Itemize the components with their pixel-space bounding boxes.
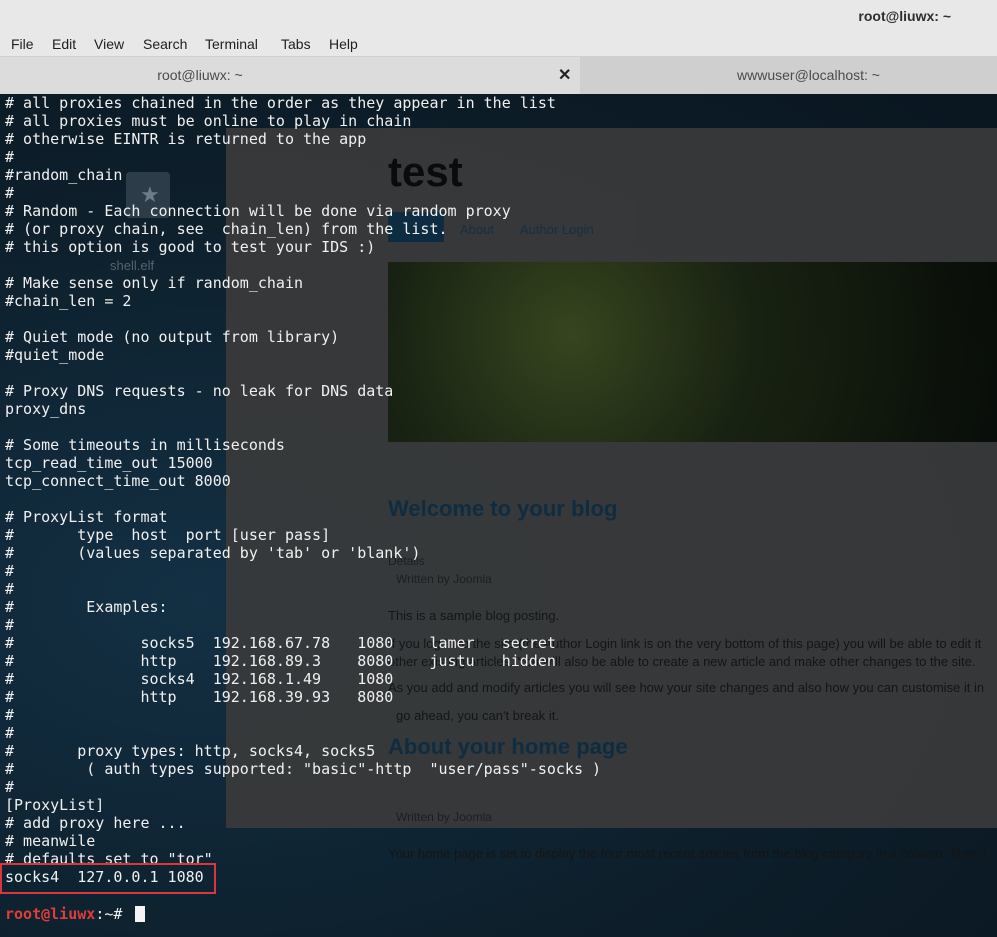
prompt-user: root@liuwx bbox=[5, 905, 96, 923]
terminal-line: proxy_dns bbox=[5, 400, 87, 418]
menu-help[interactable]: Help bbox=[329, 36, 358, 52]
menu-bar: File Edit View Search Terminal Tabs Help bbox=[0, 32, 997, 57]
terminal-line: # meanwile bbox=[5, 832, 96, 850]
highlight-box bbox=[0, 863, 216, 894]
terminal-line: tcp_read_time_out 15000 bbox=[5, 454, 213, 472]
prompt-path: :~# bbox=[95, 905, 132, 923]
terminal-line: # otherwise EINTR is returned to the app bbox=[5, 130, 367, 148]
terminal-line: # bbox=[5, 148, 15, 166]
terminal-line: # Random - Each connection will be done … bbox=[5, 202, 511, 220]
terminal-line: # socks4 192.168.1.49 1080 bbox=[5, 670, 394, 688]
terminal-line: # Some timeouts in milliseconds bbox=[5, 436, 285, 454]
text-cursor bbox=[135, 906, 146, 922]
terminal-line: # http 192.168.39.93 8080 bbox=[5, 688, 394, 706]
tab-root-label: root@liuwx: ~ bbox=[157, 67, 243, 83]
terminal-line: # bbox=[5, 706, 15, 724]
tab-root[interactable]: root@liuwx: ~ bbox=[0, 57, 580, 94]
terminal-line: # (values separated by 'tab' or 'blank') bbox=[5, 544, 421, 562]
terminal-line: #random_chain bbox=[5, 166, 123, 184]
shell-prompt[interactable]: root@liuwx:~# bbox=[5, 905, 146, 923]
menu-terminal[interactable]: Terminal bbox=[205, 36, 258, 52]
menu-view[interactable]: View bbox=[94, 36, 124, 52]
menu-tabs[interactable]: Tabs bbox=[281, 36, 311, 52]
tab-wwwuser-label: wwwuser@localhost: ~ bbox=[737, 67, 880, 83]
terminal-line: # bbox=[5, 562, 15, 580]
tab-wwwuser[interactable]: wwwuser@localhost: ~ bbox=[580, 57, 997, 94]
title-bar: root@liuwx: ~ bbox=[0, 0, 997, 32]
terminal-line: # add proxy here ... bbox=[5, 814, 186, 832]
terminal-line: # ( auth types supported: "basic"-http "… bbox=[5, 760, 602, 778]
terminal-line: # socks5 192.168.67.78 1080 lamer secret bbox=[5, 634, 556, 652]
terminal-line: tcp_connect_time_out 8000 bbox=[5, 472, 231, 490]
terminal-line: # Quiet mode (no output from library) bbox=[5, 328, 340, 346]
terminal-line: # Proxy DNS requests - no leak for DNS d… bbox=[5, 382, 394, 400]
terminal-line: # ProxyList format bbox=[5, 508, 168, 526]
terminal-line: # bbox=[5, 184, 15, 202]
terminal-area[interactable]: test About Author Login Welcome to your … bbox=[0, 94, 997, 937]
terminal-line: # type host port [user pass] bbox=[5, 526, 331, 544]
terminal-line: # (or proxy chain, see chain_len) from t… bbox=[5, 220, 448, 238]
close-icon[interactable]: ✕ bbox=[558, 65, 571, 85]
menu-search[interactable]: Search bbox=[143, 36, 187, 52]
terminal-line: # all proxies chained in the order as th… bbox=[5, 94, 556, 112]
terminal-line: # this option is good to test your IDS :… bbox=[5, 238, 376, 256]
tab-bar: root@liuwx: ~ ✕ wwwuser@localhost: ~ bbox=[0, 57, 997, 94]
menu-file[interactable]: File bbox=[11, 36, 34, 52]
terminal-line: # bbox=[5, 616, 15, 634]
terminal-line: # proxy types: http, socks4, socks5 bbox=[5, 742, 376, 760]
terminal-line: #chain_len = 2 bbox=[5, 292, 132, 310]
terminal-line: # bbox=[5, 580, 15, 598]
window-title: root@liuwx: ~ bbox=[858, 8, 951, 24]
terminal-line: # Examples: bbox=[5, 598, 168, 616]
terminal-line: [ProxyList] bbox=[5, 796, 105, 814]
terminal-output: # all proxies chained in the order as th… bbox=[5, 94, 601, 886]
terminal-line: # all proxies must be online to play in … bbox=[5, 112, 412, 130]
menu-edit[interactable]: Edit bbox=[52, 36, 76, 52]
terminal-line: # Make sense only if random_chain bbox=[5, 274, 304, 292]
terminal-line: # bbox=[5, 724, 15, 742]
terminal-line: #quiet_mode bbox=[5, 346, 105, 364]
terminal-line: # http 192.168.89.3 8080 justu hidden bbox=[5, 652, 556, 670]
terminal-line: # bbox=[5, 778, 15, 796]
